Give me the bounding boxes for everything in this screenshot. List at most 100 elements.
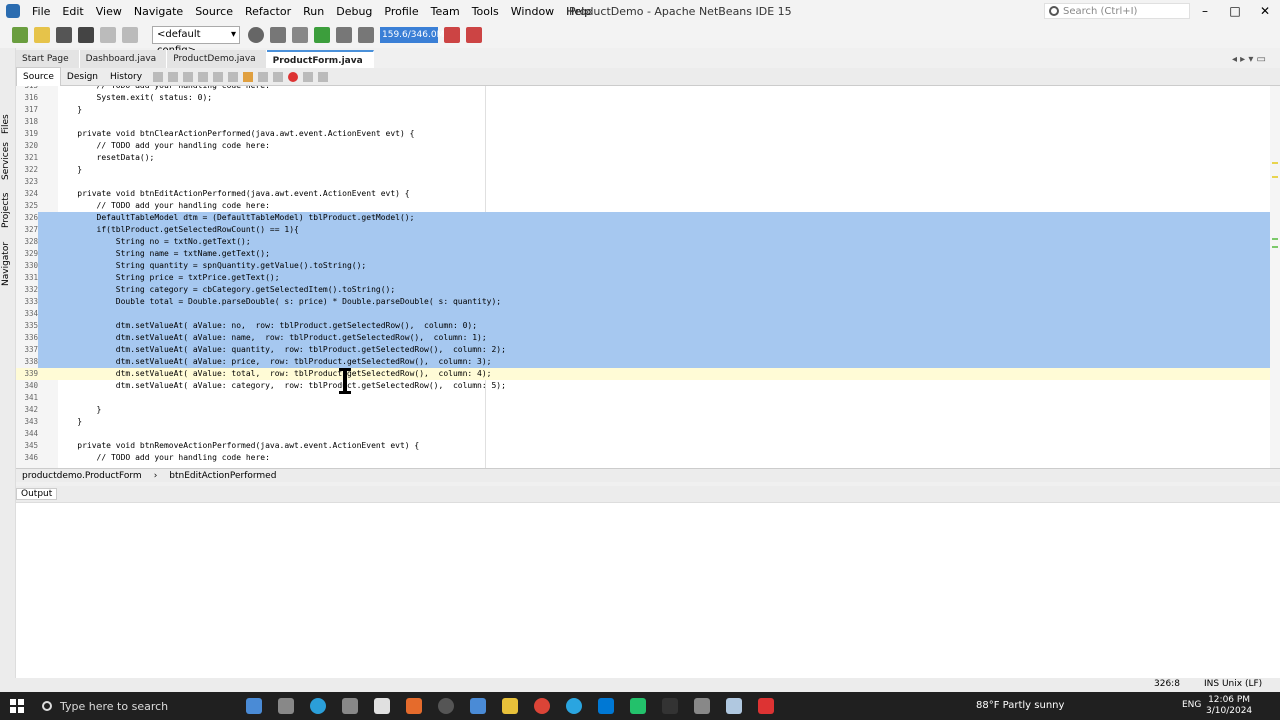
code-line[interactable]: 330 String quantity = spnQuantity.getVal… (16, 260, 1270, 272)
sidebar-files[interactable]: Files (1, 114, 11, 134)
editor-tool-icon[interactable] (168, 71, 179, 82)
code-line[interactable]: 340 dtm.setValueAt( aValue: category, ro… (16, 380, 1270, 392)
menu-item-window[interactable]: Window (505, 5, 560, 18)
code-line[interactable]: 325 // TODO add your handling code here: (16, 200, 1270, 212)
cortana-icon[interactable] (246, 698, 262, 714)
stop-macro-icon[interactable] (303, 71, 314, 82)
redo-icon[interactable] (122, 27, 138, 43)
code-line[interactable]: 341 (16, 392, 1270, 404)
code-editor[interactable]: 315 // TODO add your handling code here:… (16, 86, 1270, 468)
record-macro-icon[interactable] (288, 71, 299, 82)
tab-productform[interactable]: ProductForm.java (266, 50, 374, 68)
chrome-icon[interactable] (534, 698, 550, 714)
menu-item-refactor[interactable]: Refactor (239, 5, 297, 18)
editor-tool-icon[interactable] (213, 71, 224, 82)
clock[interactable]: 12:06 PM 3/10/2024 (1206, 695, 1252, 717)
vscode-icon[interactable] (598, 698, 614, 714)
editor-scrollbar[interactable] (1270, 86, 1280, 468)
app-icon[interactable] (630, 698, 646, 714)
search-field[interactable]: Search (Ctrl+I) (1044, 3, 1190, 19)
source-tab[interactable]: Source (16, 66, 61, 87)
app-icon[interactable] (374, 698, 390, 714)
code-line[interactable]: 324 private void btnEditActionPerformed(… (16, 188, 1270, 200)
config-select[interactable]: <default config> (152, 26, 240, 56)
code-line[interactable]: 326 DefaultTableModel dtm = (DefaultTabl… (16, 212, 1270, 224)
editor-tool-icon[interactable] (318, 71, 329, 82)
code-line[interactable]: 344 (16, 428, 1270, 440)
sidebar-projects[interactable]: Projects (1, 193, 11, 228)
menu-item-edit[interactable]: Edit (56, 5, 89, 18)
menu-item-file[interactable]: File (26, 5, 56, 18)
breadcrumb-method[interactable]: btnEditActionPerformed (163, 471, 282, 481)
code-line[interactable]: 343 } (16, 416, 1270, 428)
menu-item-run[interactable]: Run (297, 5, 330, 18)
code-line[interactable]: 333 Double total = Double.parseDouble( s… (16, 296, 1270, 308)
tab-dashboard[interactable]: Dashboard.java (79, 50, 168, 68)
save-all-icon[interactable] (78, 27, 94, 43)
code-line[interactable]: 318 (16, 116, 1270, 128)
menu-item-tools[interactable]: Tools (466, 5, 505, 18)
run-icon[interactable] (314, 27, 330, 43)
tab-controls[interactable]: ◂ ▸ ▾ ▭ (1232, 54, 1266, 65)
breadcrumb-class[interactable]: productdemo.ProductForm (16, 471, 148, 481)
task-view-icon[interactable] (278, 698, 294, 714)
code-line[interactable]: 321 resetData(); (16, 152, 1270, 164)
windows-start-icon[interactable] (10, 699, 24, 713)
code-line[interactable]: 332 String category = cbCategory.getSele… (16, 284, 1270, 296)
gc-icon[interactable] (444, 27, 460, 43)
code-line[interactable]: 329 String name = txtName.getText(); (16, 248, 1270, 260)
app-icon[interactable] (342, 698, 358, 714)
edge-icon[interactable] (310, 698, 326, 714)
editor-tool-icon[interactable] (258, 71, 269, 82)
editor-tool-icon[interactable] (228, 71, 239, 82)
app-icon[interactable] (502, 698, 518, 714)
editor-tool-icon[interactable] (273, 71, 284, 82)
gc2-icon[interactable] (466, 27, 482, 43)
app-icon[interactable] (694, 698, 710, 714)
tab-productdemo[interactable]: ProductDemo.java (167, 50, 267, 68)
code-line[interactable]: 316 System.exit( status: 0); (16, 92, 1270, 104)
maximize-button[interactable]: □ (1220, 0, 1250, 22)
new-project-icon[interactable] (12, 27, 28, 43)
menu-item-team[interactable]: Team (425, 5, 466, 18)
code-line[interactable]: 335 dtm.setValueAt( aValue: no, row: tbl… (16, 320, 1270, 332)
editor-tool-icon[interactable] (183, 71, 194, 82)
app-icon[interactable] (662, 698, 678, 714)
menu-item-debug[interactable]: Debug (330, 5, 378, 18)
code-line[interactable]: 339 dtm.setValueAt( aValue: total, row: … (16, 368, 1270, 380)
code-line[interactable]: 331 String price = txtPrice.getText(); (16, 272, 1270, 284)
globe-icon[interactable] (248, 27, 264, 43)
code-line[interactable]: 345 private void btnRemoveActionPerforme… (16, 440, 1270, 452)
memory-indicator[interactable]: 159.6/346.0MB (380, 27, 451, 43)
code-line[interactable]: 327 if(tblProduct.getSelectedRowCount() … (16, 224, 1270, 236)
output-tab[interactable]: Output (16, 488, 58, 500)
code-line[interactable]: 338 dtm.setValueAt( aValue: price, row: … (16, 356, 1270, 368)
editor-tool-icon[interactable] (153, 71, 164, 82)
code-line[interactable]: 319 private void btnClearActionPerformed… (16, 128, 1270, 140)
menu-item-source[interactable]: Source (189, 5, 239, 18)
code-line[interactable]: 322 } (16, 164, 1270, 176)
code-line[interactable]: 342 } (16, 404, 1270, 416)
menu-item-view[interactable]: View (90, 5, 128, 18)
code-line[interactable]: 320 // TODO add your handling code here: (16, 140, 1270, 152)
taskbar-search[interactable]: Type here to search (38, 692, 238, 720)
app-icon[interactable] (758, 698, 774, 714)
weather-widget[interactable]: 88°F Partly sunny (976, 700, 1064, 711)
editor-tool-icon[interactable] (198, 71, 209, 82)
debug-icon[interactable] (336, 27, 352, 43)
sidebar-services[interactable]: Services (1, 142, 11, 180)
clean-build-icon[interactable] (292, 27, 308, 43)
new-file-icon[interactable] (34, 27, 50, 43)
telegram-icon[interactable] (566, 698, 582, 714)
close-button[interactable]: ✕ (1250, 0, 1280, 22)
code-line[interactable]: 323 (16, 176, 1270, 188)
output-pane[interactable] (16, 502, 1280, 678)
code-line[interactable]: 328 String no = txtNo.getText(); (16, 236, 1270, 248)
vscode-insiders-icon[interactable] (470, 698, 486, 714)
undo-icon[interactable] (100, 27, 116, 43)
minimize-button[interactable]: – (1190, 0, 1220, 22)
profile-icon[interactable] (358, 27, 374, 43)
github-icon[interactable] (438, 698, 454, 714)
design-tab[interactable]: Design (61, 68, 104, 86)
menu-item-profile[interactable]: Profile (378, 5, 424, 18)
